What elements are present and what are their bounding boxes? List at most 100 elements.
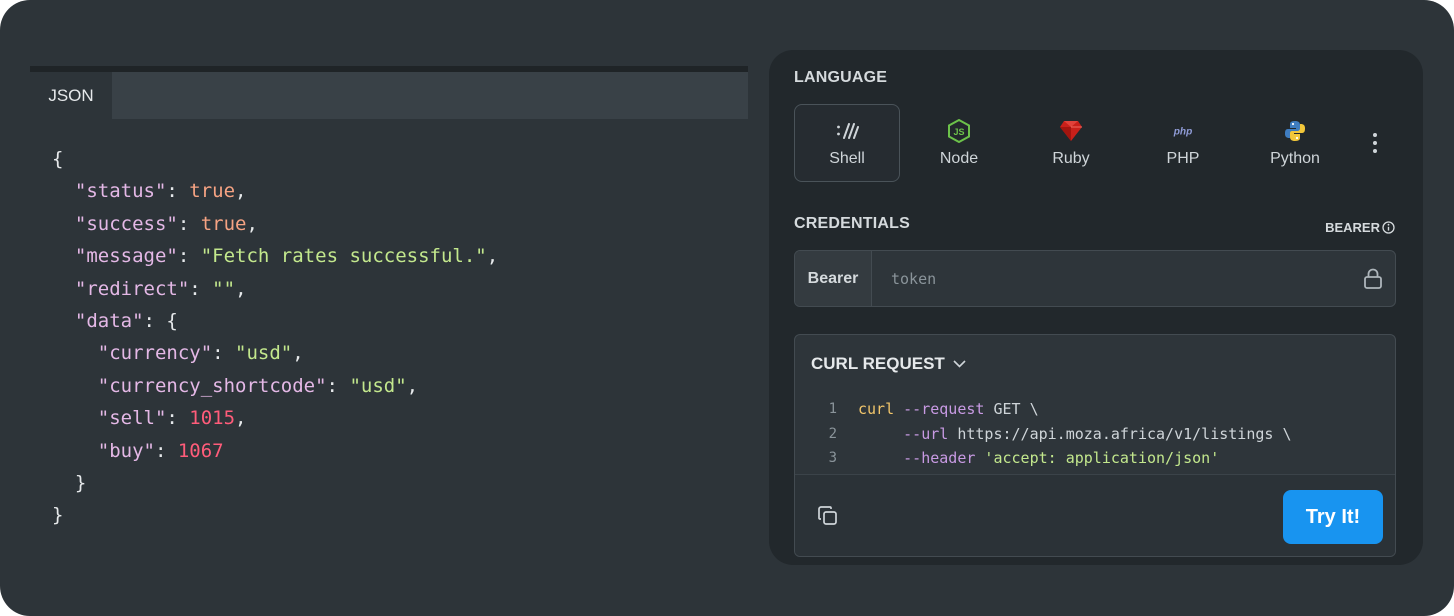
json-code-line: "currency_shortcode": "usd", — [52, 370, 498, 402]
json-token: } — [52, 504, 64, 527]
json-token: true — [189, 180, 236, 203]
json-code-line: "sell": 1015, — [52, 402, 498, 434]
json-token: "Fetch rates successful." — [200, 245, 487, 268]
language-option-python[interactable]: Python — [1242, 104, 1348, 182]
json-code-line: } — [52, 467, 498, 499]
json-token: "redirect" — [52, 277, 190, 300]
json-token: "buy" — [52, 439, 155, 462]
json-token: : — [177, 245, 201, 268]
json-token: , — [235, 277, 247, 300]
line-number: 2 — [828, 425, 837, 442]
json-code-line: "success": true, — [52, 208, 498, 240]
svg-text:JS: JS — [953, 127, 964, 137]
json-token: "success" — [52, 212, 178, 235]
json-code-line: "message": "Fetch rates successful.", — [52, 240, 498, 272]
info-icon[interactable] — [1382, 221, 1395, 234]
json-code-line: "currency": "usd", — [52, 337, 498, 369]
curl-token: curl — [858, 400, 895, 418]
json-token: , — [406, 374, 419, 397]
json-code-line: "redirect": "", — [52, 273, 498, 305]
curl-token: --url — [858, 424, 949, 443]
try-it-button[interactable]: Try It! — [1283, 490, 1383, 544]
auth-type-indicator[interactable]: BEARER — [1325, 220, 1395, 235]
json-response-panel: JSON { "status": true, "success": true, … — [30, 66, 748, 550]
json-token: "currency_shortcode" — [52, 374, 327, 397]
curl-code-line: 1 curl --request GET \ — [795, 397, 1395, 422]
shell-icon — [835, 119, 859, 143]
tab-json[interactable]: JSON — [30, 72, 112, 119]
curl-token: GET \ — [984, 400, 1039, 418]
json-token: 1067 — [177, 439, 224, 462]
token-input[interactable] — [873, 251, 1343, 306]
line-content: --url https://api.moza.africa/v1/listing… — [858, 422, 1291, 447]
language-option-ruby[interactable]: Ruby — [1018, 104, 1124, 182]
curl-footer: Try It! — [795, 474, 1395, 556]
json-token: "data" — [52, 309, 144, 332]
line-number: 3 — [828, 450, 837, 466]
json-code-line: "data": { — [52, 305, 498, 337]
language-selector: Shell JS Node Ruby php PHP Python — [794, 104, 1404, 182]
json-token: , — [246, 212, 258, 235]
json-token: "currency" — [52, 342, 213, 365]
nodejs-icon: JS — [947, 118, 971, 143]
language-option-shell[interactable]: Shell — [794, 104, 900, 182]
json-code-line: } — [52, 499, 498, 531]
curl-token: 'accept: application/json' — [975, 449, 1220, 467]
json-token: } — [52, 471, 87, 494]
auth-type-label: BEARER — [1325, 220, 1380, 235]
json-token: "" — [212, 277, 236, 300]
json-token: : — [189, 277, 213, 300]
json-token: { — [52, 148, 64, 170]
json-token: , — [235, 180, 247, 203]
copy-icon[interactable] — [817, 505, 839, 527]
curl-token: --request — [894, 400, 985, 418]
json-code-line: "status": true, — [52, 175, 498, 207]
json-token: "sell" — [52, 407, 167, 430]
credentials-section-title: CREDENTIALS — [794, 215, 910, 232]
json-token: : — [212, 342, 236, 365]
json-token: : { — [143, 309, 178, 332]
curl-token: --header — [858, 449, 976, 467]
chevron-down-icon — [953, 360, 966, 368]
language-label: Python — [1270, 149, 1320, 167]
more-vertical-icon[interactable] — [1369, 131, 1381, 155]
php-icon: php — [1171, 119, 1195, 143]
request-builder-card: LANGUAGE Shell JS Node Ruby php PHP Pyth… — [769, 50, 1423, 565]
line-number: 1 — [828, 401, 837, 417]
curl-token: https://api.moza.africa/v1/listings \ — [948, 424, 1292, 443]
json-code-line: { — [52, 143, 498, 175]
json-token: : — [177, 212, 201, 235]
bearer-label: Bearer — [795, 251, 872, 306]
ruby-icon — [1059, 119, 1083, 143]
credentials-field-group: Bearer — [794, 250, 1396, 307]
language-label: Shell — [829, 149, 865, 167]
line-content: --header 'accept: application/json' — [858, 446, 1219, 471]
lock-icon — [1364, 268, 1382, 289]
language-option-php[interactable]: php PHP — [1130, 104, 1236, 182]
curl-code-line: 2 --url https://api.moza.africa/v1/listi… — [795, 422, 1395, 447]
json-token: "message" — [52, 245, 178, 268]
json-code-block: { "status": true, "success": true, "mess… — [52, 143, 498, 532]
json-token: "status" — [52, 180, 167, 203]
json-code-line: "buy": 1067 — [52, 435, 498, 467]
curl-request-toggle[interactable]: CURL REQUEST — [811, 354, 966, 374]
curl-request-title: CURL REQUEST — [811, 354, 945, 373]
curl-code-line: 3 --header 'accept: application/json' — [795, 446, 1395, 471]
json-token: , — [235, 407, 247, 430]
json-token: : — [166, 407, 190, 430]
json-token: , — [486, 245, 499, 268]
line-content: curl --request GET \ — [858, 397, 1039, 422]
language-label: PHP — [1166, 149, 1200, 167]
json-token: : — [326, 374, 350, 397]
app-frame: JSON { "status": true, "success": true, … — [0, 0, 1454, 616]
json-token: "usd" — [235, 342, 293, 365]
json-tab-bar: JSON — [30, 72, 748, 119]
json-token: : — [166, 180, 190, 203]
json-token: 1015 — [189, 407, 236, 430]
language-option-node[interactable]: JS Node — [906, 104, 1012, 182]
svg-text:php: php — [1173, 126, 1193, 137]
python-icon — [1283, 119, 1307, 143]
json-token: true — [200, 212, 247, 235]
language-label: Ruby — [1052, 149, 1090, 167]
language-label: Node — [939, 149, 979, 167]
